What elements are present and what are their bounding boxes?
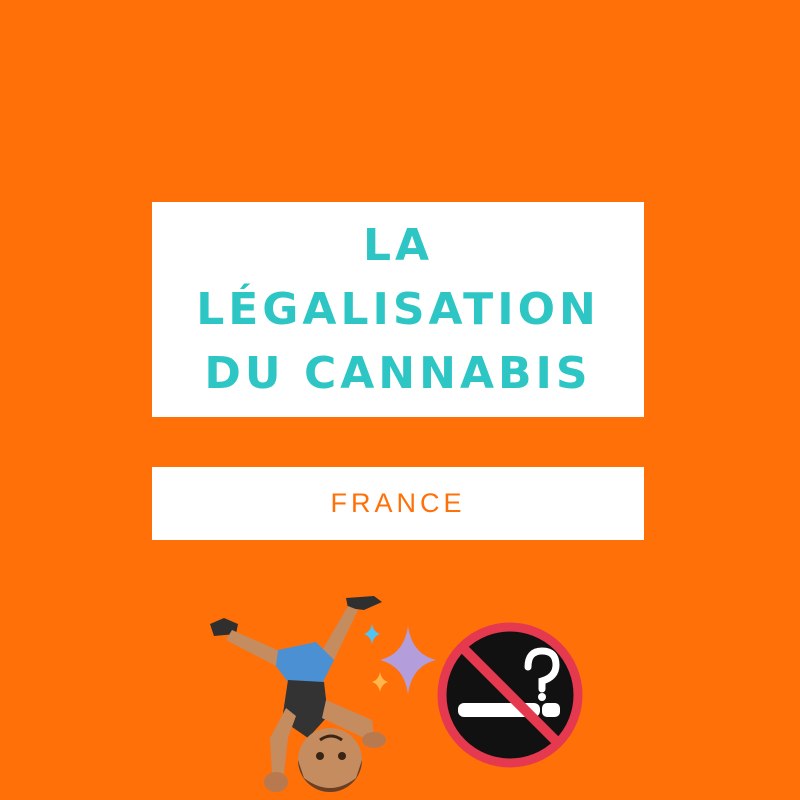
title-line-1: LA [362, 219, 434, 271]
subtitle: FRANCE [330, 488, 466, 518]
title-line-3: DU CANNABIS [204, 347, 592, 399]
title-box: LA LÉGALISATION DU CANNABIS [152, 202, 644, 417]
subtitle-box: FRANCE [152, 467, 644, 540]
sparkles-icon [364, 624, 436, 694]
title-line-2: LÉGALISATION [196, 283, 600, 335]
no-smoking-icon [437, 622, 583, 768]
